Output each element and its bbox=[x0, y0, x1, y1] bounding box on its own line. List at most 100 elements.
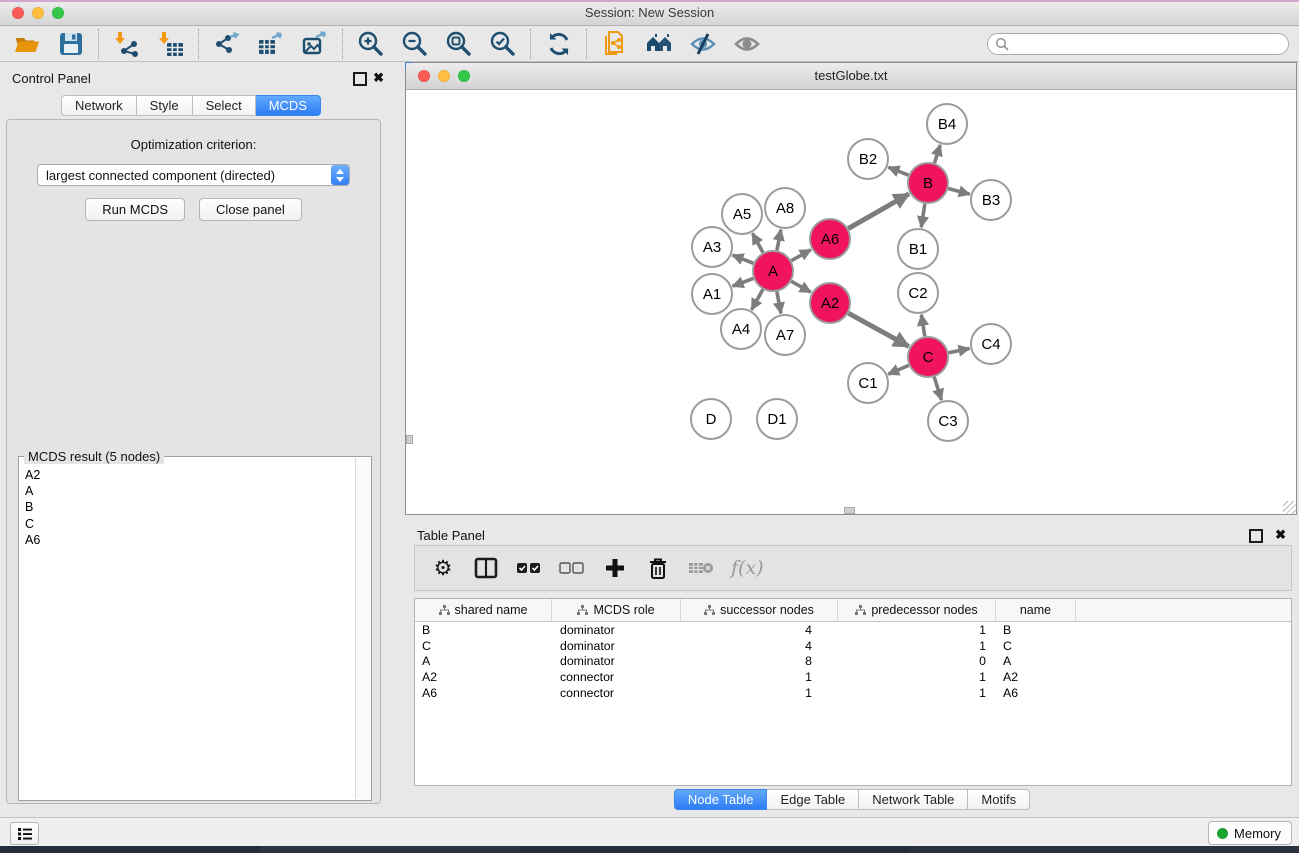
tab-mcds[interactable]: MCDS bbox=[256, 95, 321, 116]
edge-A6-B[interactable] bbox=[848, 194, 909, 229]
node-C1[interactable]: C1 bbox=[848, 363, 888, 403]
network-window-titlebar[interactable]: testGlobe.txt bbox=[406, 63, 1296, 90]
edge-B-B3[interactable] bbox=[948, 188, 969, 194]
column-header-shared-name[interactable]: shared name bbox=[415, 599, 552, 621]
canvas-vertical-scrollthumb[interactable] bbox=[406, 435, 413, 444]
node-C[interactable]: C bbox=[908, 337, 948, 377]
column-header-name[interactable]: name bbox=[996, 599, 1076, 621]
show-all-icon[interactable] bbox=[732, 29, 762, 59]
node-C3[interactable]: C3 bbox=[928, 401, 968, 441]
add-column-icon[interactable] bbox=[602, 555, 628, 581]
select-all-columns-icon[interactable] bbox=[516, 555, 542, 581]
edge-C-C1[interactable] bbox=[888, 365, 909, 374]
column-header-MCDS-role[interactable]: MCDS role bbox=[552, 599, 681, 621]
edge-C-C2[interactable] bbox=[921, 315, 924, 337]
unselect-all-columns-icon[interactable] bbox=[559, 555, 585, 581]
node-A4[interactable]: A4 bbox=[721, 309, 761, 349]
import-table-icon[interactable] bbox=[156, 29, 186, 59]
table-row[interactable]: Cdominator41C bbox=[415, 638, 1291, 654]
column-header-successor-nodes[interactable]: successor nodes bbox=[681, 599, 838, 621]
tab-network[interactable]: Network bbox=[61, 95, 137, 116]
edge-A-A1[interactable] bbox=[733, 278, 754, 286]
edge-B-B4[interactable] bbox=[934, 145, 940, 163]
open-session-icon[interactable] bbox=[12, 29, 42, 59]
table-row[interactable]: A2connector11A2 bbox=[415, 669, 1291, 685]
edge-A-A3[interactable] bbox=[732, 255, 753, 263]
result-item[interactable]: A6 bbox=[20, 532, 356, 548]
edge-B-B1[interactable] bbox=[921, 204, 925, 227]
edge-C-C4[interactable] bbox=[949, 348, 970, 352]
edge-C-C3[interactable] bbox=[934, 377, 941, 400]
node-D[interactable]: D bbox=[691, 399, 731, 439]
node-B2[interactable]: B2 bbox=[848, 139, 888, 179]
tab-edge-table[interactable]: Edge Table bbox=[767, 789, 859, 810]
run-mcds-button[interactable]: Run MCDS bbox=[85, 198, 185, 221]
node-A7[interactable]: A7 bbox=[765, 315, 805, 355]
node-C2[interactable]: C2 bbox=[898, 273, 938, 313]
table-row[interactable]: Adominator80A bbox=[415, 654, 1291, 670]
table-row[interactable]: A6connector11A6 bbox=[415, 685, 1291, 701]
table-settings-icon[interactable]: ⚙ bbox=[430, 555, 456, 581]
result-list-scrollbar[interactable] bbox=[355, 458, 370, 799]
task-history-button[interactable] bbox=[10, 822, 39, 845]
hide-selected-icon[interactable] bbox=[688, 29, 718, 59]
memory-button[interactable]: Memory bbox=[1208, 821, 1292, 845]
node-D1[interactable]: D1 bbox=[757, 399, 797, 439]
node-B1[interactable]: B1 bbox=[898, 229, 938, 269]
first-neighbors-icon[interactable] bbox=[644, 29, 674, 59]
node-A6[interactable]: A6 bbox=[810, 219, 850, 259]
import-network-icon[interactable] bbox=[112, 29, 142, 59]
table-close-icon[interactable]: ✖ bbox=[1275, 527, 1286, 543]
edge-A-A2[interactable] bbox=[791, 281, 811, 292]
search-field[interactable] bbox=[987, 33, 1289, 55]
tab-motifs[interactable]: Motifs bbox=[968, 789, 1030, 810]
export-image-icon[interactable] bbox=[300, 29, 330, 59]
node-A[interactable]: A bbox=[753, 251, 793, 291]
table-float-icon[interactable] bbox=[1249, 529, 1263, 543]
delete-column-icon[interactable] bbox=[645, 555, 671, 581]
tab-select[interactable]: Select bbox=[193, 95, 256, 116]
node-B3[interactable]: B3 bbox=[971, 180, 1011, 220]
edge-A-A5[interactable] bbox=[753, 233, 763, 252]
edge-A-A6[interactable] bbox=[791, 250, 811, 261]
result-item[interactable]: C bbox=[20, 516, 356, 532]
zoom-out-icon[interactable] bbox=[400, 29, 430, 59]
result-item[interactable]: A bbox=[20, 483, 356, 499]
function-builder-icon[interactable]: f(x) bbox=[731, 555, 764, 581]
window-resize-grip[interactable] bbox=[1283, 501, 1296, 514]
tab-node-table[interactable]: Node Table bbox=[674, 789, 768, 810]
show-columns-icon[interactable] bbox=[473, 555, 499, 581]
edge-B-B2[interactable] bbox=[888, 167, 908, 175]
node-B[interactable]: B bbox=[908, 163, 948, 203]
zoom-in-icon[interactable] bbox=[356, 29, 386, 59]
node-A1[interactable]: A1 bbox=[692, 274, 732, 314]
table-row[interactable]: Bdominator41B bbox=[415, 622, 1291, 638]
float-panel-icon[interactable] bbox=[353, 72, 367, 86]
tab-network-table[interactable]: Network Table bbox=[859, 789, 968, 810]
result-item[interactable]: B bbox=[20, 499, 356, 515]
node-A3[interactable]: A3 bbox=[692, 227, 732, 267]
close-panel-button[interactable]: Close panel bbox=[199, 198, 302, 221]
criterion-dropdown[interactable]: largest connected component (directed) bbox=[37, 164, 350, 186]
result-item[interactable]: A2 bbox=[20, 467, 356, 483]
new-network-from-selection-icon[interactable] bbox=[600, 29, 630, 59]
node-A2[interactable]: A2 bbox=[810, 283, 850, 323]
edge-A2-C[interactable] bbox=[848, 313, 908, 346]
canvas-horizontal-scrollthumb[interactable] bbox=[844, 507, 855, 514]
zoom-selected-icon[interactable] bbox=[488, 29, 518, 59]
search-input[interactable] bbox=[1014, 36, 1288, 52]
export-network-icon[interactable] bbox=[212, 29, 242, 59]
export-table-icon[interactable] bbox=[256, 29, 286, 59]
mcds-result-list[interactable]: A2ABCA6 bbox=[20, 458, 356, 799]
refresh-icon[interactable] bbox=[544, 29, 574, 59]
node-B4[interactable]: B4 bbox=[927, 104, 967, 144]
edge-A-A8[interactable] bbox=[777, 230, 781, 251]
close-panel-icon[interactable]: ✖ bbox=[373, 70, 384, 86]
zoom-fit-icon[interactable] bbox=[444, 29, 474, 59]
node-A8[interactable]: A8 bbox=[765, 188, 805, 228]
edge-A-A7[interactable] bbox=[777, 292, 781, 314]
node-A5[interactable]: A5 bbox=[722, 194, 762, 234]
column-header-predecessor-nodes[interactable]: predecessor nodes bbox=[838, 599, 996, 621]
tab-style[interactable]: Style bbox=[137, 95, 193, 116]
delete-table-icon[interactable] bbox=[688, 555, 714, 581]
